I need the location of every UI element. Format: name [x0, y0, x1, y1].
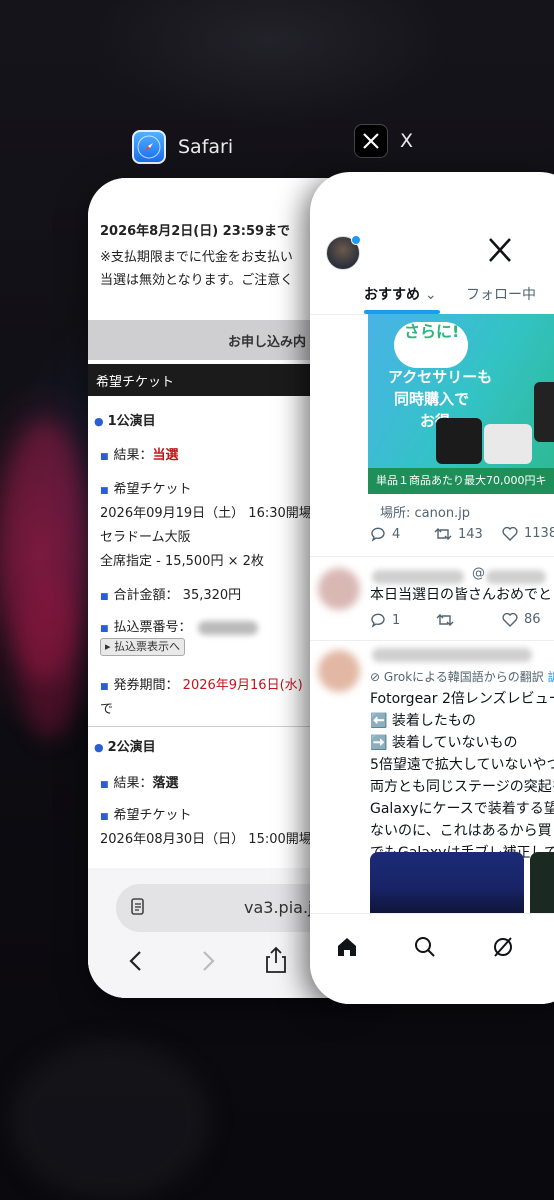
- grok-translation-note[interactable]: ⊘ Grokによる韓国語からの翻訳 訳: [370, 668, 554, 685]
- wallpaper-blob: [20, 580, 80, 740]
- x-app-name: X: [400, 130, 414, 152]
- post-text-line: ➡️ 装着していないもの: [370, 735, 518, 751]
- ad-like-action[interactable]: 1138: [502, 526, 554, 541]
- post-author-avatar[interactable]: [318, 650, 360, 692]
- grok-icon: ⊘: [370, 670, 381, 684]
- show1-seat: 全席指定 - 15,500円 × 2枚: [100, 554, 264, 569]
- ad-caption: 単品１商品あたり最大70,000円キ: [368, 468, 554, 494]
- post-text-line: 5倍望遠で拡大していないやつ: [370, 757, 554, 773]
- show1-total: ■ 合計金額： 35,320円: [100, 588, 242, 603]
- x-logo-icon: [354, 124, 388, 158]
- show1-issue-period: ■ 発券期間： 2026年9月16日(水): [100, 678, 303, 693]
- show1-datetime: 2026年09月19日（土） 16:30開場: [100, 506, 312, 521]
- ad-text-3: アクセサリーも: [388, 368, 493, 386]
- payment-notice-line2: 当選は無効となります。ご注意く: [100, 273, 294, 288]
- x-header-logo-icon: [486, 236, 514, 264]
- repost-icon: [436, 614, 454, 626]
- show1-issue-suffix: で: [100, 702, 114, 717]
- show1-payment-number: ■ 払込票番号：: [100, 616, 258, 635]
- wallpaper-blob: [10, 1040, 210, 1200]
- ad-source[interactable]: 場所: canon.jp: [380, 502, 470, 521]
- camera-image: [484, 424, 532, 464]
- post-author-name-redacted: [372, 570, 464, 584]
- post-text-line: ないのに、これはあるから買: [370, 823, 552, 839]
- heart-icon: [502, 526, 518, 541]
- post-text-line: ⬅️ 装着したもの: [370, 713, 476, 729]
- show1-ticket-label: ■ 希望チケット: [100, 482, 192, 497]
- safari-icon: [132, 130, 166, 164]
- show1-title: ● 1公演目: [94, 414, 156, 429]
- search-icon[interactable]: [414, 936, 436, 958]
- ad-repost-action[interactable]: 143: [434, 526, 483, 542]
- reply-icon: [371, 613, 385, 628]
- payment-number-redacted: [197, 620, 258, 635]
- payment-notice-line1: ※支払期限までに代金をお支払い: [100, 250, 293, 265]
- section-header: お申し込み内: [228, 335, 307, 350]
- heart-icon: [502, 612, 518, 627]
- post-author-avatar[interactable]: [318, 568, 360, 610]
- ticket-header: 希望チケット: [96, 375, 175, 390]
- x-app-label[interactable]: X: [354, 124, 413, 158]
- back-icon[interactable]: [128, 950, 144, 972]
- show1-result: ■ 結果：当選: [100, 448, 179, 463]
- post-handle-redacted: [486, 570, 546, 584]
- post-text-line: Galaxyにケースで装着する望: [370, 801, 554, 817]
- post-text-line: Fotorgear 2倍レンズレビュー: [370, 691, 554, 707]
- x-header: おすすめ ⌄ フォロー中: [310, 172, 554, 315]
- post-text-line: 両方とも同じステージの突起を: [370, 779, 554, 795]
- grok-icon[interactable]: [492, 936, 514, 958]
- post2-repost-action[interactable]: [436, 612, 454, 628]
- x-bottom-nav: [310, 913, 554, 1004]
- reply-icon: [371, 527, 385, 542]
- divider: [310, 556, 554, 557]
- tab-recommended[interactable]: おすすめ ⌄: [364, 284, 437, 304]
- ad-text-2: レンズも: [398, 346, 458, 364]
- share-icon[interactable]: [264, 946, 288, 974]
- tab-following[interactable]: フォロー中: [466, 284, 536, 304]
- post2-reply-action[interactable]: 1: [370, 612, 400, 628]
- safari-app-label[interactable]: Safari: [132, 130, 233, 164]
- post-author-name-redacted: [372, 648, 532, 662]
- promoted-ad-image[interactable]: さらに! レンズも アクセサリーも 同時購入で お得 単品１商品あたり最大70,…: [368, 314, 554, 494]
- post-text: 本日当選日の皆さんおめでとう: [370, 587, 554, 603]
- post2-like-action[interactable]: 86: [502, 612, 541, 627]
- x-app-card[interactable]: おすすめ ⌄ フォロー中 さらに! レンズも アクセサリーも 同時購入で お得 …: [310, 172, 554, 1004]
- repost-icon: [434, 528, 452, 540]
- home-icon[interactable]: [336, 936, 358, 958]
- ad-reply-action[interactable]: 4: [370, 526, 400, 542]
- ad-text-1: さらに!: [404, 322, 460, 341]
- show2-datetime: 2026年08月30日（日） 15:00開場: [100, 832, 312, 847]
- divider: [310, 640, 554, 641]
- camera-image: [436, 418, 482, 464]
- safari-app-name: Safari: [178, 136, 234, 158]
- lens-image: [534, 382, 554, 442]
- payment-deadline: 2026年8月2日(日) 23:59まで: [100, 224, 291, 239]
- profile-avatar[interactable]: [326, 235, 361, 270]
- forward-icon[interactable]: [200, 950, 216, 972]
- reader-icon[interactable]: [130, 897, 148, 919]
- payment-slip-button[interactable]: ▸ 払込票表示へ: [100, 638, 186, 656]
- ad-text-4: 同時購入で: [394, 390, 470, 408]
- show2-result: ■ 結果：落選: [100, 776, 179, 791]
- show2-ticket-label: ■ 希望チケット: [100, 808, 192, 823]
- chevron-down-icon: ⌄: [424, 287, 437, 303]
- show1-venue: セラドーム大阪: [100, 530, 191, 545]
- show2-title: ● 2公演目: [94, 740, 156, 755]
- post-handle: @: [472, 566, 485, 581]
